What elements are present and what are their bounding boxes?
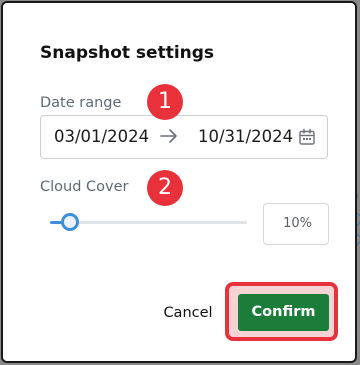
- step-2-badge: 2: [147, 170, 183, 206]
- cloud-cover-slider[interactable]: [50, 208, 247, 236]
- calendar-icon[interactable]: [298, 128, 316, 146]
- cloud-cover-value-input[interactable]: 10%: [263, 203, 329, 245]
- slider-thumb[interactable]: [60, 213, 79, 231]
- date-range-label: Date range: [40, 95, 122, 111]
- arrow-right-icon: [160, 129, 177, 143]
- date-range-field[interactable]: 03/01/2024 10/31/2024: [40, 115, 328, 159]
- dialog-title: Snapshot settings: [40, 43, 215, 63]
- start-date-input[interactable]: 03/01/2024: [54, 127, 149, 146]
- cancel-button[interactable]: Cancel: [153, 298, 223, 328]
- confirm-button[interactable]: Confirm: [238, 294, 329, 331]
- step-1-badge: 1: [147, 84, 183, 120]
- end-date-input[interactable]: 10/31/2024: [198, 127, 293, 146]
- slider-track[interactable]: [50, 221, 247, 224]
- cloud-cover-label: Cloud Cover: [40, 179, 129, 195]
